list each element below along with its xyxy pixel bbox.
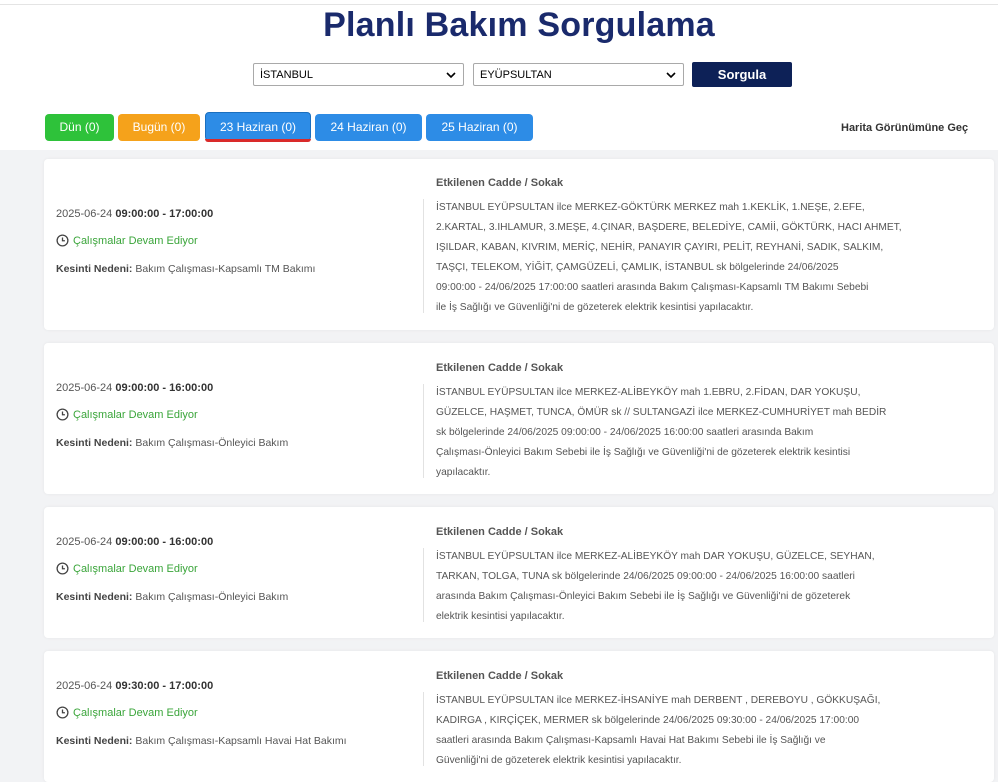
reason-label: Kesinti Nedeni:: [56, 591, 133, 603]
affected-line: 2.KARTAL, 3.IHLAMUR, 3.MEŞE, 4.ÇINAR, BA…: [436, 222, 902, 233]
affected-streets-title: Etkilenen Cadde / Sokak: [436, 526, 564, 538]
outage-status: Çalışmalar Devam Ediyor: [56, 234, 198, 247]
outage-time: 09:30:00 - 17:00:00: [115, 680, 214, 692]
clock-icon: [56, 408, 69, 421]
chevron-down-icon: [666, 72, 676, 79]
affected-streets-title: Etkilenen Cadde / Sokak: [436, 670, 564, 682]
card-divider: [423, 692, 424, 766]
affected-line: İSTANBUL EYÜPSULTAN ilce MERKEZ-ALİBEYKÖ…: [436, 387, 861, 398]
affected-line: elektrik kesintisi yapılacaktır.: [436, 611, 565, 622]
affected-line: KADIRGA , KIRÇİÇEK, MERMER sk bölgelerin…: [436, 715, 860, 726]
affected-line: İSTANBUL EYÜPSULTAN ilce MERKEZ-GÖKTÜRK …: [436, 202, 865, 213]
outage-date-time: 2025-06-24 09:00:00 - 17:00:00: [56, 208, 213, 220]
outage-status-text: Çalışmalar Devam Ediyor: [73, 408, 198, 421]
affected-streets-text: İSTANBUL EYÜPSULTAN ilce MERKEZ-İHSANİYE…: [436, 691, 906, 771]
reason-label: Kesinti Nedeni:: [56, 437, 133, 449]
outage-time: 09:00:00 - 17:00:00: [115, 208, 214, 220]
chevron-down-icon: [446, 72, 456, 79]
outage-reason: Kesinti Nedeni: Bakım Çalışması-Kapsamlı…: [56, 735, 347, 747]
outage-card: 2025-06-24 09:00:00 - 16:00:00 Çalışmala…: [44, 507, 994, 638]
affected-streets-title: Etkilenen Cadde / Sokak: [436, 177, 564, 189]
outage-card: 2025-06-24 09:00:00 - 16:00:00 Çalışmala…: [44, 343, 994, 494]
affected-line: Çalışması-Önleyici Bakım Sebebi ile İş S…: [436, 447, 851, 458]
affected-line: İSTANBUL EYÜPSULTAN ilce MERKEZ-ALİBEYKÖ…: [436, 551, 875, 562]
outage-status: Çalışmalar Devam Ediyor: [56, 706, 198, 719]
outage-status: Çalışmalar Devam Ediyor: [56, 562, 198, 575]
outage-time: 09:00:00 - 16:00:00: [115, 536, 214, 548]
outage-card: 2025-06-24 09:30:00 - 17:00:00 Çalışmala…: [44, 651, 994, 782]
card-divider: [423, 548, 424, 622]
clock-icon: [56, 706, 69, 719]
outage-date: 2025-06-24: [56, 536, 113, 548]
outage-date: 2025-06-24: [56, 382, 113, 394]
city-select[interactable]: İSTANBUL: [253, 63, 464, 86]
outage-time: 09:00:00 - 16:00:00: [115, 382, 214, 394]
outage-status-text: Çalışmalar Devam Ediyor: [73, 706, 198, 719]
top-divider: [0, 4, 998, 5]
tab-yesterday[interactable]: Dün (0): [45, 114, 114, 141]
reason-label: Kesinti Nedeni:: [56, 735, 133, 747]
map-view-link[interactable]: Harita Görünümüne Geç: [841, 122, 968, 134]
clock-icon: [56, 234, 69, 247]
affected-line: saatleri arasında Bakım Çalışması-Kapsam…: [436, 735, 826, 746]
city-select-value: İSTANBUL: [260, 69, 313, 81]
reason-label: Kesinti Nedeni:: [56, 263, 133, 275]
affected-streets-text: İSTANBUL EYÜPSULTAN ilce MERKEZ-ALİBEYKÖ…: [436, 547, 906, 627]
affected-line: 09:00:00 - 24/06/2025 17:00:00 saatleri …: [436, 282, 869, 293]
affected-line: sk bölgelerinde 24/06/2025 09:00:00 - 24…: [436, 427, 814, 438]
outage-reason: Kesinti Nedeni: Bakım Çalışması-Önleyici…: [56, 437, 288, 449]
active-tab-indicator: [205, 139, 311, 142]
affected-line: GÜZELCE, HAŞMET, TUNCA, ÖMÜR sk // SULTA…: [436, 407, 887, 418]
reason-text: Bakım Çalışması-Önleyici Bakım: [135, 437, 289, 449]
card-divider: [423, 199, 424, 313]
district-select[interactable]: EYÜPSULTAN: [473, 63, 684, 86]
clock-icon: [56, 562, 69, 575]
page-title: Planlı Bakım Sorgulama: [323, 6, 715, 44]
affected-streets-title: Etkilenen Cadde / Sokak: [436, 362, 564, 374]
affected-line: TARKAN, TOLGA, TUNA sk bölgelerinde 24/0…: [436, 571, 855, 582]
affected-line: IŞILDAR, KABAN, KIVRIM, MERİÇ, NEHİR, PA…: [436, 242, 884, 253]
outage-date-time: 2025-06-24 09:00:00 - 16:00:00: [56, 382, 213, 394]
card-divider: [423, 384, 424, 478]
tab-june-25[interactable]: 25 Haziran (0): [426, 114, 533, 141]
affected-line: arasında Bakım Çalışması-Önleyici Bakım …: [436, 591, 851, 602]
reason-text: Bakım Çalışması-Kapsamlı TM Bakımı: [135, 263, 316, 275]
affected-line: Güvenliği'ni de gözeterek elektrik kesin…: [436, 755, 682, 766]
tab-june-23[interactable]: 23 Haziran (0): [205, 112, 311, 141]
query-button[interactable]: Sorgula: [692, 62, 792, 87]
outage-reason: Kesinti Nedeni: Bakım Çalışması-Kapsamlı…: [56, 263, 315, 275]
outage-card: 2025-06-24 09:00:00 - 17:00:00 Çalışmala…: [44, 159, 994, 330]
affected-line: yapılacaktır.: [436, 467, 491, 478]
district-select-value: EYÜPSULTAN: [480, 69, 552, 81]
reason-text: Bakım Çalışması-Önleyici Bakım: [135, 591, 289, 603]
outage-date-time: 2025-06-24 09:00:00 - 16:00:00: [56, 536, 213, 548]
tab-today[interactable]: Bugün (0): [118, 114, 200, 141]
affected-line: ile İş Sağlığı ve Güvenliği'ni de gözete…: [436, 302, 754, 313]
outage-reason: Kesinti Nedeni: Bakım Çalışması-Önleyici…: [56, 591, 288, 603]
outage-status-text: Çalışmalar Devam Ediyor: [73, 562, 198, 575]
affected-streets-text: İSTANBUL EYÜPSULTAN ilce MERKEZ-GÖKTÜRK …: [436, 198, 906, 318]
affected-streets-text: İSTANBUL EYÜPSULTAN ilce MERKEZ-ALİBEYKÖ…: [436, 383, 906, 483]
outage-status-text: Çalışmalar Devam Ediyor: [73, 234, 198, 247]
outage-date: 2025-06-24: [56, 680, 113, 692]
affected-line: İSTANBUL EYÜPSULTAN ilce MERKEZ-İHSANİYE…: [436, 695, 881, 706]
reason-text: Bakım Çalışması-Kapsamlı Havai Hat Bakım…: [135, 735, 347, 747]
tab-june-24[interactable]: 24 Haziran (0): [315, 114, 422, 141]
outage-date: 2025-06-24: [56, 208, 113, 220]
outage-status: Çalışmalar Devam Ediyor: [56, 408, 198, 421]
affected-line: TAŞÇI, TELEKOM, YİĞİT, ÇAMGÜZELİ, ÇAMLIK…: [436, 262, 839, 273]
outage-date-time: 2025-06-24 09:30:00 - 17:00:00: [56, 680, 213, 692]
